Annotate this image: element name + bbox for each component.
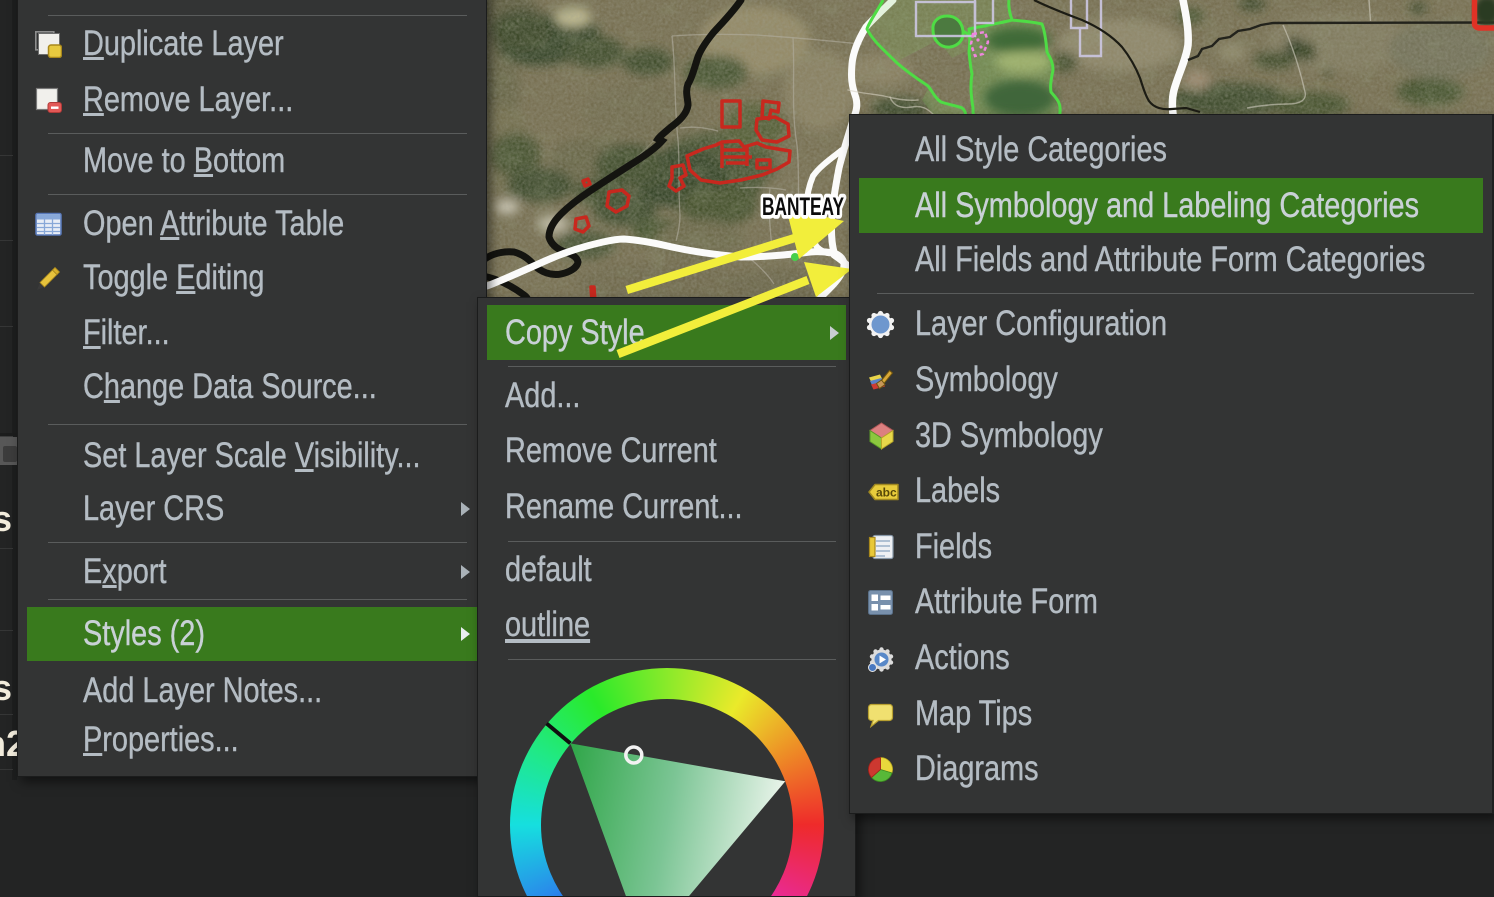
svg-text:BANTEAY: BANTEAY	[762, 193, 844, 221]
svg-text:abc: abc	[876, 486, 897, 500]
